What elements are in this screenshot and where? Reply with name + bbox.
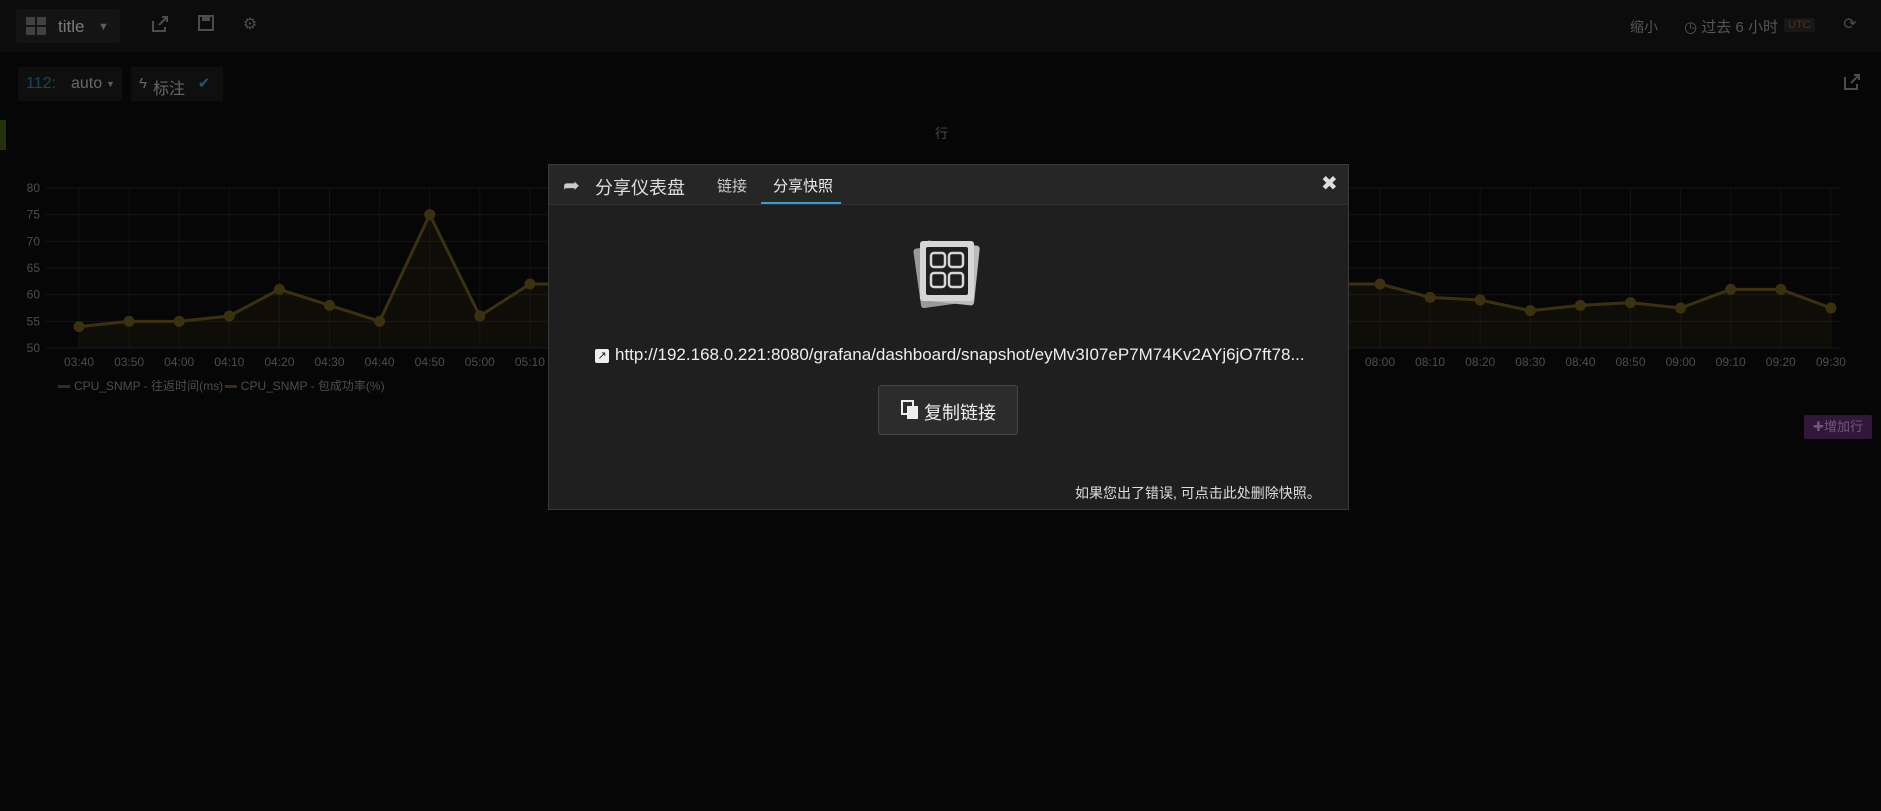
external-link-icon: ↗: [595, 349, 609, 363]
active-tab-indicator: [761, 202, 841, 204]
copy-link-button[interactable]: 复制链接: [878, 385, 1018, 435]
close-icon[interactable]: ✖: [1321, 171, 1338, 196]
snapshot-link[interactable]: ↗ http://192.168.0.221:8080/grafana/dashb…: [595, 345, 1315, 365]
share-arrow-icon: ➦: [563, 175, 580, 197]
modal-header: ➦ 分享仪表盘 链接 分享快照 ✖: [549, 165, 1348, 205]
delete-snapshot-link[interactable]: 如果您出了错误, 可点击此处删除快照。: [1075, 483, 1321, 503]
copy-icon: [901, 400, 918, 419]
snapshot-url[interactable]: http://192.168.0.221:8080/grafana/dashbo…: [615, 345, 1305, 364]
modal-title: 分享仪表盘: [595, 178, 685, 198]
tab-snapshot[interactable]: 分享快照: [773, 175, 833, 196]
share-dashboard-modal: ➦ 分享仪表盘 链接 分享快照 ✖ ↗ http://192.168.0.221:…: [548, 164, 1349, 510]
tab-link[interactable]: 链接: [717, 175, 747, 196]
copy-link-label: 复制链接: [924, 403, 996, 423]
snapshot-icon: [913, 240, 980, 309]
